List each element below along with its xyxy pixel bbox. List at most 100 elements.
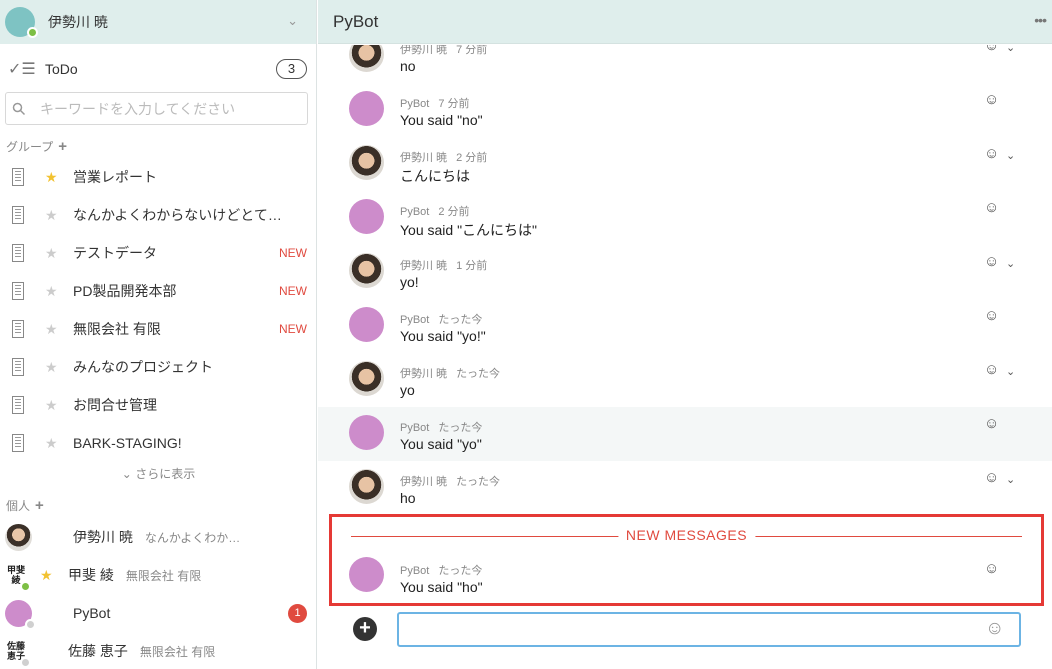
message-time: たった今: [438, 422, 483, 434]
account-header[interactable]: 伊勢川 暁 ⌄: [0, 0, 316, 44]
person-list: 伊勢川 暁なんかよくわか… 甲斐綾 ★ 甲斐 綾無限会社 有限 PyBot 1 佐藤恵子 佐藤…: [0, 518, 316, 669]
person-item[interactable]: PyBot 1: [0, 594, 316, 632]
groups-section-header: グループ +: [6, 138, 67, 155]
emoji-picker-icon[interactable]: ☺: [985, 618, 1004, 640]
avatar: [5, 523, 32, 551]
chevron-down-icon[interactable]: ⌄: [1006, 149, 1015, 162]
group-item[interactable]: ★ なんかよくわからないけどとて…: [0, 196, 316, 234]
group-item[interactable]: ★ テストデータ NEW: [0, 234, 316, 272]
message-meta: 伊勢川 暁たった今: [400, 473, 500, 489]
add-group-icon[interactable]: +: [58, 138, 67, 155]
message-list: 伊勢川 暁7 分前 no ☺ ⌄ PyBot 7 分前 You said "no" ☺ 伊勢川 …: [318, 45, 1052, 510]
person-item[interactable]: 伊勢川 暁なんかよくわか…: [0, 518, 316, 556]
person-name: 伊勢川 暁: [73, 529, 133, 545]
group-item[interactable]: ★ 営業レポート: [0, 158, 316, 196]
group-label: なんかよくわからないけどとて…: [73, 207, 282, 223]
message-sender: PyBot: [400, 565, 430, 577]
group-item[interactable]: ★ BARK-STAGING!: [0, 424, 316, 462]
person-item[interactable]: 甲斐綾 ★ 甲斐 綾無限会社 有限: [0, 556, 316, 594]
sidebar: 伊勢川 暁 ⌄ ✓☰ ToDo 3 グループ + ★ 営業レポート ★ なんかよくわか…: [0, 0, 317, 669]
message-meta: PyBot 7 分前: [400, 95, 470, 111]
avatar: [5, 599, 36, 630]
message-time: たった今: [456, 476, 501, 488]
message-meta: PyBot たった今: [400, 562, 482, 578]
avatar[interactable]: [5, 7, 38, 38]
todo-count-badge: 3: [276, 59, 307, 79]
avatar[interactable]: [349, 145, 384, 180]
offline-status-dot: [25, 618, 36, 630]
avatar: 甲斐綾: [5, 561, 31, 592]
smiley-icon[interactable]: ☺: [984, 361, 999, 378]
smiley-icon[interactable]: ☺: [984, 45, 999, 54]
message-item: 伊勢川 暁 2 分前 こんにちは ☺ ⌄: [318, 137, 1052, 191]
new-messages-label: NEW MESSAGES: [617, 527, 756, 543]
message-input[interactable]: [397, 612, 1021, 647]
message-item: 伊勢川 暁 7 分前 no ☺ ⌄: [318, 45, 1052, 83]
star-icon[interactable]: ★: [45, 169, 59, 186]
star-icon[interactable]: ★: [45, 397, 59, 414]
show-more-link[interactable]: ⌄ さらに表示: [0, 465, 316, 482]
avatar[interactable]: [349, 91, 384, 126]
message-sender: 伊勢川 暁: [400, 368, 448, 380]
group-item[interactable]: ★ 無限会社 有限 NEW: [0, 310, 316, 348]
avatar[interactable]: [349, 45, 384, 72]
avatar[interactable]: [349, 469, 384, 504]
message-item: 伊勢川 暁 1 分前 yo! ☺ ⌄: [318, 245, 1052, 299]
message-meta: 伊勢川 暁たった今: [400, 365, 500, 381]
message-text: yo!: [400, 274, 419, 290]
star-icon[interactable]: ★: [45, 207, 59, 224]
message-item: 伊勢川 暁たった今 ho ☺ ⌄: [318, 461, 1052, 510]
offline-status-dot: [20, 656, 31, 668]
smiley-icon[interactable]: ☺: [984, 415, 999, 432]
chevron-down-icon[interactable]: ⌄: [1006, 45, 1015, 54]
group-item[interactable]: ★ みんなのプロジェクト: [0, 348, 316, 386]
message-time: 1 分前: [456, 260, 488, 272]
message-item: PyBot 2 分前 You said "こんにちは" ☺: [318, 191, 1052, 245]
avatar[interactable]: [349, 361, 384, 396]
star-icon[interactable]: ★: [45, 321, 59, 338]
unread-badge: 1: [288, 603, 307, 623]
chevron-down-icon[interactable]: ⌄: [287, 13, 298, 29]
building-icon: [12, 244, 24, 262]
star-icon[interactable]: ★: [45, 359, 59, 376]
chevron-down-icon[interactable]: ⌄: [1006, 365, 1015, 378]
smiley-icon[interactable]: ☺: [984, 145, 999, 162]
smiley-icon[interactable]: ☺: [984, 253, 999, 270]
avatar[interactable]: [349, 415, 384, 450]
message-meta: 伊勢川 暁 1 分前: [400, 257, 487, 273]
search-box[interactable]: [5, 92, 308, 125]
avatar[interactable]: [349, 253, 384, 288]
message-sender: 伊勢川 暁: [400, 152, 448, 164]
smiley-icon[interactable]: ☺: [984, 307, 999, 324]
person-item[interactable]: 佐藤恵子 佐藤 恵子 無限会社 有限: [0, 632, 316, 669]
add-attachment-button[interactable]: +: [353, 617, 377, 641]
add-person-icon[interactable]: +: [35, 497, 44, 514]
star-icon[interactable]: ★: [45, 283, 59, 300]
building-icon: [12, 282, 24, 300]
group-item[interactable]: ★ お問合せ管理: [0, 386, 316, 424]
avatar: 佐藤恵子: [5, 637, 31, 668]
smiley-icon[interactable]: ☺: [984, 91, 999, 108]
message-meta: PyBot たった今: [400, 311, 482, 327]
chevron-down-icon[interactable]: ⌄: [1006, 257, 1015, 270]
more-options-icon[interactable]: •••: [1034, 12, 1047, 28]
message-time: たった今: [438, 314, 483, 326]
group-item[interactable]: ★ PD製品開発本部 NEW: [0, 272, 316, 310]
star-icon[interactable]: ★: [45, 245, 59, 262]
message-time: 7 分前: [456, 45, 488, 56]
online-status-dot: [20, 580, 31, 592]
avatar[interactable]: [349, 557, 384, 592]
people-header-label: 個人: [6, 499, 31, 513]
message-item: PyBot たった今 You said "yo" ☺: [318, 407, 1052, 461]
smiley-icon[interactable]: ☺: [984, 199, 999, 216]
todo-link[interactable]: ✓☰ ToDo 3: [0, 44, 316, 94]
message-time: 2 分前: [438, 206, 470, 218]
message-text: こんにちは: [400, 168, 470, 184]
star-icon[interactable]: ★: [45, 435, 59, 452]
search-input[interactable]: [40, 100, 290, 117]
avatar[interactable]: [349, 199, 384, 234]
smiley-icon[interactable]: ☺: [984, 469, 999, 486]
avatar[interactable]: [349, 307, 384, 342]
chevron-down-icon[interactable]: ⌄: [1006, 473, 1015, 486]
smiley-icon[interactable]: ☺: [984, 560, 999, 577]
